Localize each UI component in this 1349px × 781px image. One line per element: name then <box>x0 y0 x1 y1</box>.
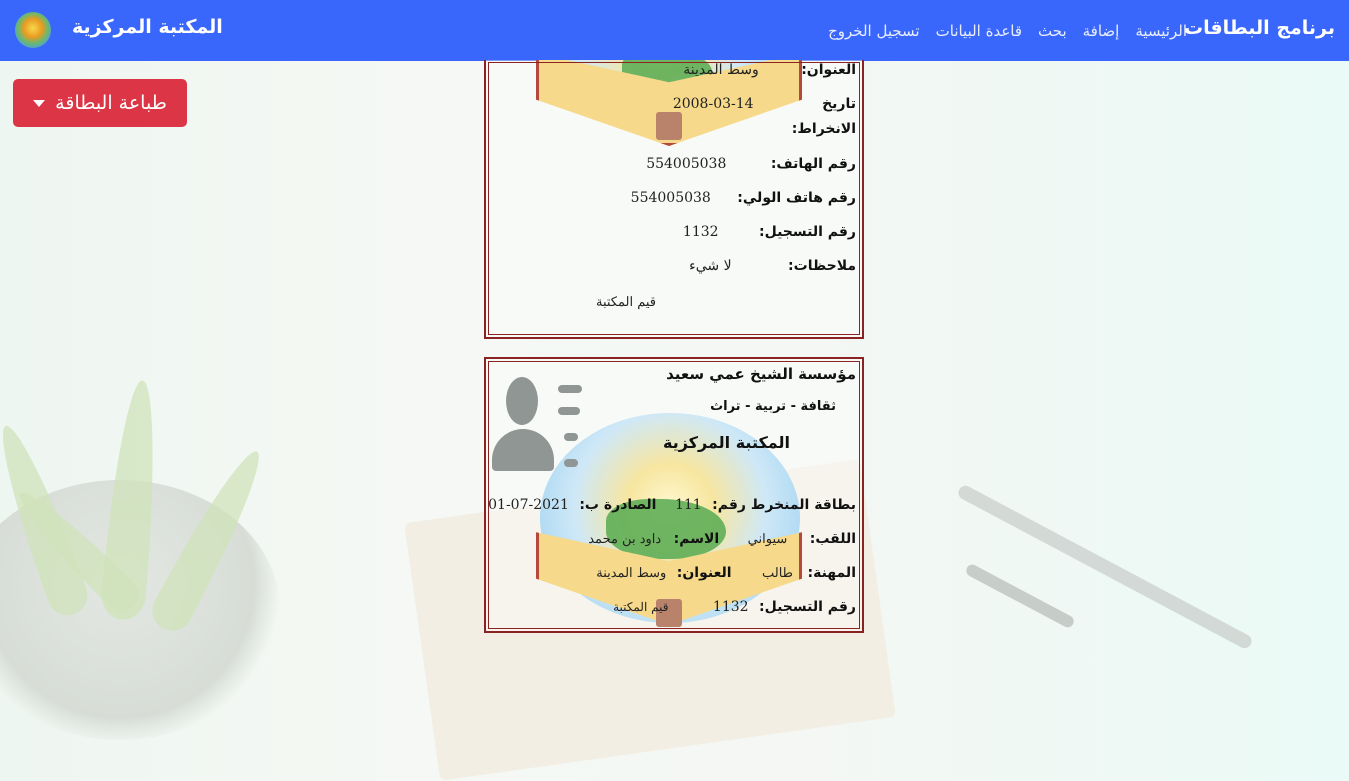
library-logo-icon[interactable] <box>15 12 51 48</box>
org-tagline-text: ثقافة - تربية - تراث <box>710 399 836 414</box>
card2-registration-label: رقم التسجيل: <box>759 599 856 615</box>
org-tagline: ثقافة - تربية - تراث <box>710 399 836 414</box>
card2-registration-row: رقم التسجيل: 1132 قيم المكتبة <box>613 599 856 615</box>
org-name: مؤسسة الشيخ عمي سعيد <box>666 365 856 383</box>
print-card-label: طباعة البطاقة <box>55 92 167 114</box>
notes-row: ملاحظات: لا شيء <box>689 258 856 274</box>
notes-value: لا شيء <box>689 258 732 274</box>
library-name: المكتبة المركزية <box>72 16 223 38</box>
nav-links: الرئيسية إضافة بحث قاعدة البيانات تسجيل … <box>828 22 1187 40</box>
address-value: وسط المدينة <box>683 62 759 78</box>
member-card-row: بطاقة المنخرط رقم: 111 الصادرة ب: 2021-0… <box>488 497 856 513</box>
nav-database[interactable]: قاعدة البيانات <box>936 22 1022 40</box>
registration-value: 1132 <box>682 224 719 240</box>
card-front: مؤسسة الشيخ عمي سعيد ثقافة - تربية - ترا… <box>484 357 864 633</box>
navbar-brand[interactable]: برنامج البطاقات <box>1184 17 1335 39</box>
print-card-button[interactable]: طباعة البطاقة <box>13 79 187 127</box>
name-value: داود بن محمد <box>588 532 662 547</box>
registration-row: رقم التسجيل: 1132 <box>683 224 856 240</box>
card2-registration-value: 1132 <box>712 599 749 615</box>
phone-value: 554005038 <box>646 156 727 172</box>
nav-add[interactable]: إضافة <box>1083 22 1120 40</box>
issued-value: 2021-07-01 <box>488 497 569 513</box>
phone-label: رقم الهاتف: <box>770 156 856 172</box>
issued-label: الصادرة ب: <box>579 497 657 513</box>
join-date-label-2: الانخراط: <box>791 121 856 137</box>
card-library-name-text: المكتبة المركزية <box>663 433 790 452</box>
background-pen <box>956 483 1254 651</box>
notes-label: ملاحظات: <box>788 258 856 274</box>
signature-text: قيم المكتبة <box>595 295 656 310</box>
user-placeholder-icon <box>492 377 582 477</box>
background-pen <box>964 562 1076 630</box>
caret-down-icon <box>33 99 46 107</box>
join-date-label-line2: الانخراط: <box>792 121 856 137</box>
card2-address-value: وسط المدينة <box>596 566 667 581</box>
join-date-row: تاريخ 2008-03-14 <box>673 96 856 112</box>
card-back: العنوان: وسط المدينة تاريخ 2008-03-14 ال… <box>484 60 864 339</box>
address-label: العنوان: <box>801 62 856 78</box>
nav-home[interactable]: الرئيسية <box>1135 22 1187 40</box>
join-date-value: 2008-03-14 <box>672 96 754 112</box>
navbar: برنامج البطاقات الرئيسية إضافة بحث قاعدة… <box>0 0 1349 61</box>
phone-row: رقم الهاتف: 554005038 <box>646 156 856 172</box>
surname-label: اللقب: <box>809 531 856 547</box>
member-card-value: 111 <box>674 497 702 513</box>
org-name-text: مؤسسة الشيخ عمي سعيد <box>666 365 856 383</box>
card2-signature: قيم المكتبة <box>613 600 669 614</box>
profession-value: طالب <box>762 566 794 581</box>
registration-label: رقم التسجيل: <box>759 224 856 240</box>
member-card-label: بطاقة المنخرط رقم: <box>712 497 856 513</box>
nav-search[interactable]: بحث <box>1038 22 1067 40</box>
profession-label: المهنة: <box>807 565 857 581</box>
address-row: العنوان: وسط المدينة <box>683 62 856 78</box>
card2-address-label: العنوان: <box>676 565 732 581</box>
join-date-label: تاريخ <box>822 96 856 112</box>
profession-address-row: المهنة: طالب العنوان: وسط المدينة <box>596 565 856 581</box>
surname-name-row: اللقب: سيواني الاسم: داود بن محمد <box>588 531 856 547</box>
guardian-phone-label: رقم هاتف الولي: <box>737 190 856 206</box>
card-library-name: المكتبة المركزية <box>663 433 790 452</box>
librarian-signature: قيم المكتبة <box>596 294 656 310</box>
nav-logout[interactable]: تسجيل الخروج <box>828 22 920 40</box>
name-label: الاسم: <box>673 531 720 547</box>
surname-value: سيواني <box>747 532 788 547</box>
guardian-phone-value: 554005038 <box>630 190 711 206</box>
guardian-phone-row: رقم هاتف الولي: 554005038 <box>631 190 856 206</box>
